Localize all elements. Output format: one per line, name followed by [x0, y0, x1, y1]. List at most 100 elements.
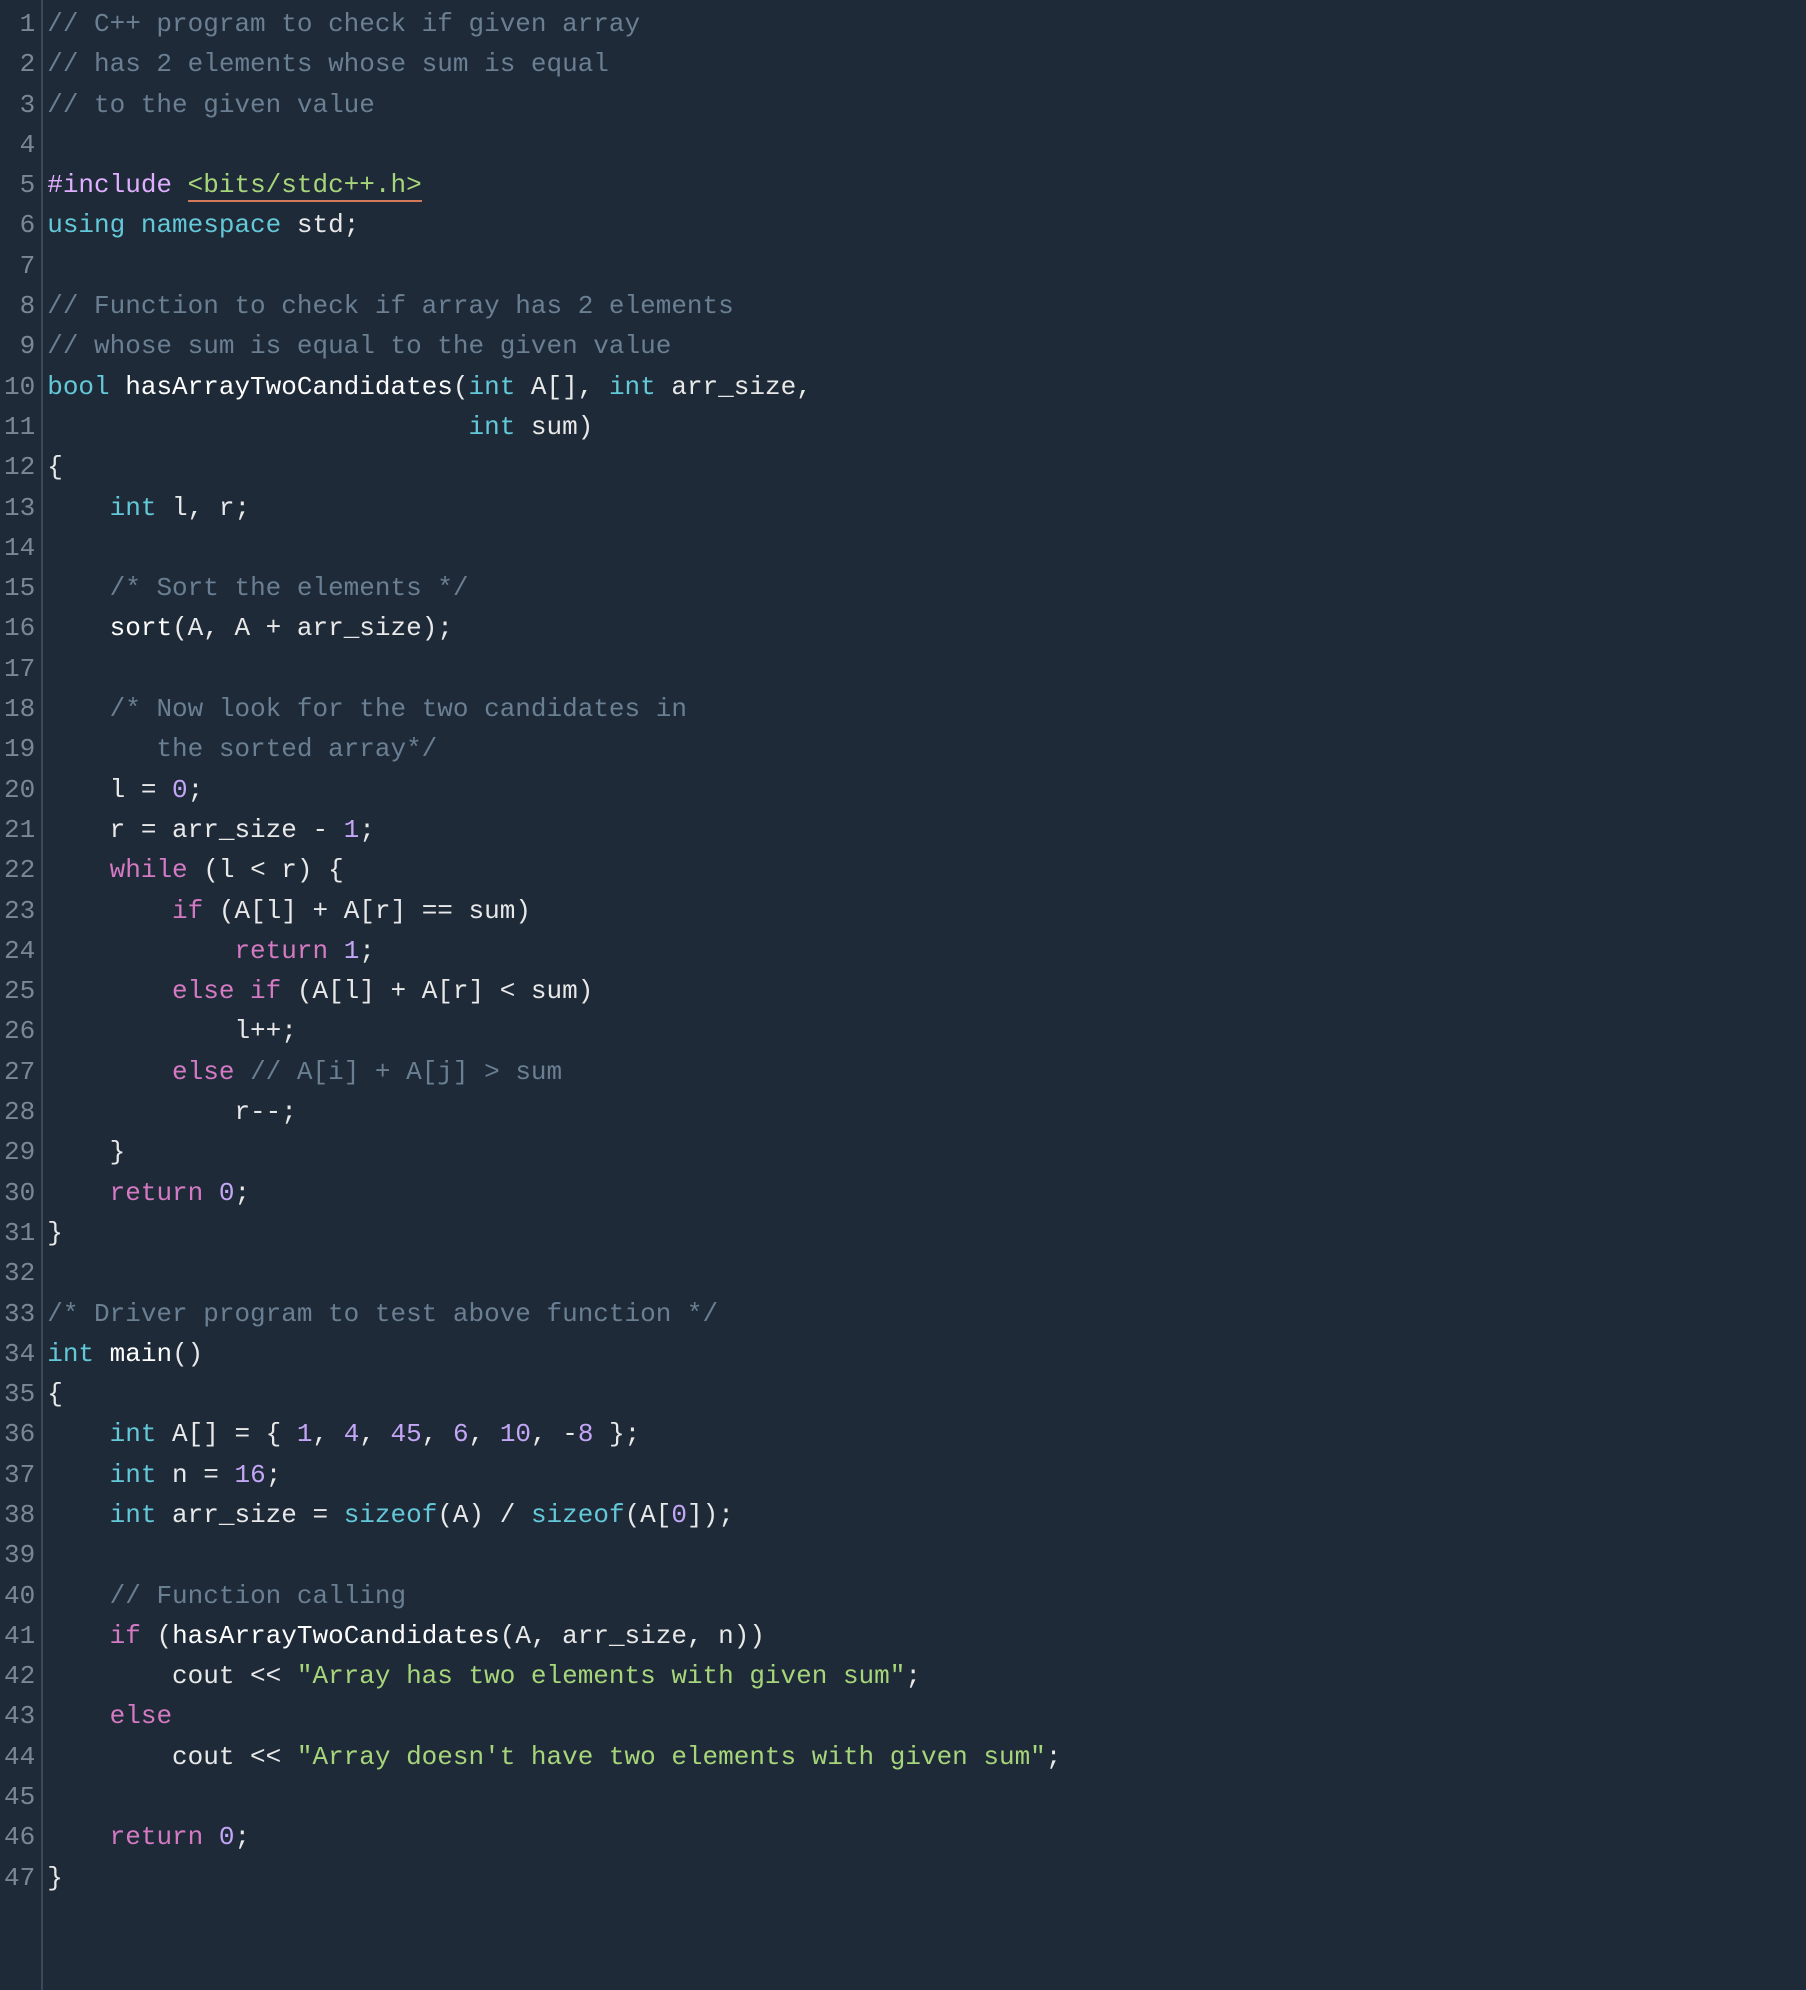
code-token: ;: [266, 1460, 282, 1490]
code-token: }: [47, 1218, 63, 1248]
code-line[interactable]: [47, 246, 1806, 286]
code-token: sizeof: [344, 1500, 438, 1530]
code-line[interactable]: // Function to check if array has 2 elem…: [47, 286, 1806, 326]
code-token: [328, 936, 344, 966]
code-token: ;: [1046, 1742, 1062, 1772]
code-line[interactable]: {: [47, 447, 1806, 487]
code-line[interactable]: #include <bits/stdc++.h>: [47, 165, 1806, 205]
line-number: 17: [4, 649, 35, 689]
code-line[interactable]: /* Now look for the two candidates in: [47, 689, 1806, 729]
code-line[interactable]: // C++ program to check if given array: [47, 4, 1806, 44]
line-number: 40: [4, 1576, 35, 1616]
code-token: int: [110, 1460, 157, 1490]
code-line[interactable]: /* Sort the elements */: [47, 568, 1806, 608]
code-token: /* Now look for the two candidates in: [110, 694, 687, 724]
code-line[interactable]: [47, 125, 1806, 165]
code-line[interactable]: // Function calling: [47, 1576, 1806, 1616]
code-token: l++;: [47, 1016, 297, 1046]
code-editor[interactable]: 1234567891011121314151617181920212223242…: [0, 0, 1806, 1990]
line-number: 27: [4, 1052, 35, 1092]
code-line[interactable]: r = arr_size - 1;: [47, 810, 1806, 850]
code-token: [47, 1460, 109, 1490]
code-line[interactable]: if (hasArrayTwoCandidates(A, arr_size, n…: [47, 1616, 1806, 1656]
code-token: 8: [578, 1419, 594, 1449]
code-token: [47, 1057, 172, 1087]
code-token: arr_size =: [156, 1500, 343, 1530]
code-line[interactable]: else if (A[l] + A[r] < sum): [47, 971, 1806, 1011]
code-line[interactable]: return 0;: [47, 1173, 1806, 1213]
code-line[interactable]: [47, 649, 1806, 689]
line-number: 5: [4, 165, 35, 205]
code-line[interactable]: }: [47, 1858, 1806, 1898]
code-line[interactable]: }: [47, 1213, 1806, 1253]
code-line[interactable]: cout << "Array doesn't have two elements…: [47, 1737, 1806, 1777]
code-line[interactable]: }: [47, 1132, 1806, 1172]
code-token: 6: [453, 1419, 469, 1449]
code-token: namespace: [141, 210, 281, 240]
line-number: 24: [4, 931, 35, 971]
code-line[interactable]: int main(): [47, 1334, 1806, 1374]
code-line[interactable]: int A[] = { 1, 4, 45, 6, 10, -8 };: [47, 1414, 1806, 1454]
code-line[interactable]: l++;: [47, 1011, 1806, 1051]
code-line[interactable]: sort(A, A + arr_size);: [47, 608, 1806, 648]
code-token: [47, 1621, 109, 1651]
code-token: };: [593, 1419, 640, 1449]
code-line[interactable]: using namespace std;: [47, 205, 1806, 245]
code-line[interactable]: [47, 1535, 1806, 1575]
code-token: (l < r) {: [188, 855, 344, 885]
code-line[interactable]: // whose sum is equal to the given value: [47, 326, 1806, 366]
line-number: 1: [4, 4, 35, 44]
code-token: l, r;: [156, 493, 250, 523]
code-token: else if: [172, 976, 281, 1006]
code-line[interactable]: [47, 528, 1806, 568]
line-number: 35: [4, 1374, 35, 1414]
code-token: ,: [469, 1419, 500, 1449]
code-line[interactable]: [47, 1777, 1806, 1817]
code-line[interactable]: int n = 16;: [47, 1455, 1806, 1495]
code-line[interactable]: bool hasArrayTwoCandidates(int A[], int …: [47, 367, 1806, 407]
code-token: (A[l] + A[r] == sum): [203, 896, 531, 926]
code-token: r--;: [47, 1097, 297, 1127]
code-line[interactable]: int l, r;: [47, 488, 1806, 528]
code-line[interactable]: the sorted array*/: [47, 729, 1806, 769]
code-line[interactable]: l = 0;: [47, 770, 1806, 810]
code-token: (A[: [625, 1500, 672, 1530]
code-line[interactable]: /* Driver program to test above function…: [47, 1294, 1806, 1334]
code-token: [47, 855, 109, 885]
code-token: [47, 412, 468, 442]
code-line[interactable]: // has 2 elements whose sum is equal: [47, 44, 1806, 84]
code-line[interactable]: [47, 1253, 1806, 1293]
code-area[interactable]: // C++ program to check if given array //…: [43, 0, 1806, 1990]
code-token: 10: [500, 1419, 531, 1449]
code-token: // Function calling: [110, 1581, 406, 1611]
code-token: the sorted array*/: [47, 734, 437, 764]
code-token: // Function to check if array has 2 elem…: [47, 291, 734, 321]
code-token: int: [110, 493, 157, 523]
code-line[interactable]: r--;: [47, 1092, 1806, 1132]
code-line[interactable]: {: [47, 1374, 1806, 1414]
code-line[interactable]: else: [47, 1696, 1806, 1736]
code-token: if: [172, 896, 203, 926]
code-line[interactable]: int arr_size = sizeof(A) / sizeof(A[0]);: [47, 1495, 1806, 1535]
code-token: "Array doesn't have two elements with gi…: [297, 1742, 1046, 1772]
line-number: 46: [4, 1817, 35, 1857]
code-token: #include: [47, 170, 187, 200]
code-token: [47, 1701, 109, 1731]
code-token: (A) /: [437, 1500, 531, 1530]
code-line[interactable]: return 0;: [47, 1817, 1806, 1857]
code-line[interactable]: // to the given value: [47, 85, 1806, 125]
code-line[interactable]: return 1;: [47, 931, 1806, 971]
code-token: // to the given value: [47, 90, 375, 120]
line-number: 25: [4, 971, 35, 1011]
code-token: /* Driver program to test above function…: [47, 1299, 718, 1329]
code-token: // C++ program to check if given array: [47, 9, 640, 39]
code-line[interactable]: else // A[i] + A[j] > sum: [47, 1052, 1806, 1092]
code-line[interactable]: if (A[l] + A[r] == sum): [47, 891, 1806, 931]
code-line[interactable]: int sum): [47, 407, 1806, 447]
code-token: 16: [234, 1460, 265, 1490]
code-token: 0: [172, 775, 188, 805]
code-token: 4: [344, 1419, 360, 1449]
line-number: 7: [4, 246, 35, 286]
code-line[interactable]: cout << "Array has two elements with giv…: [47, 1656, 1806, 1696]
code-line[interactable]: while (l < r) {: [47, 850, 1806, 890]
